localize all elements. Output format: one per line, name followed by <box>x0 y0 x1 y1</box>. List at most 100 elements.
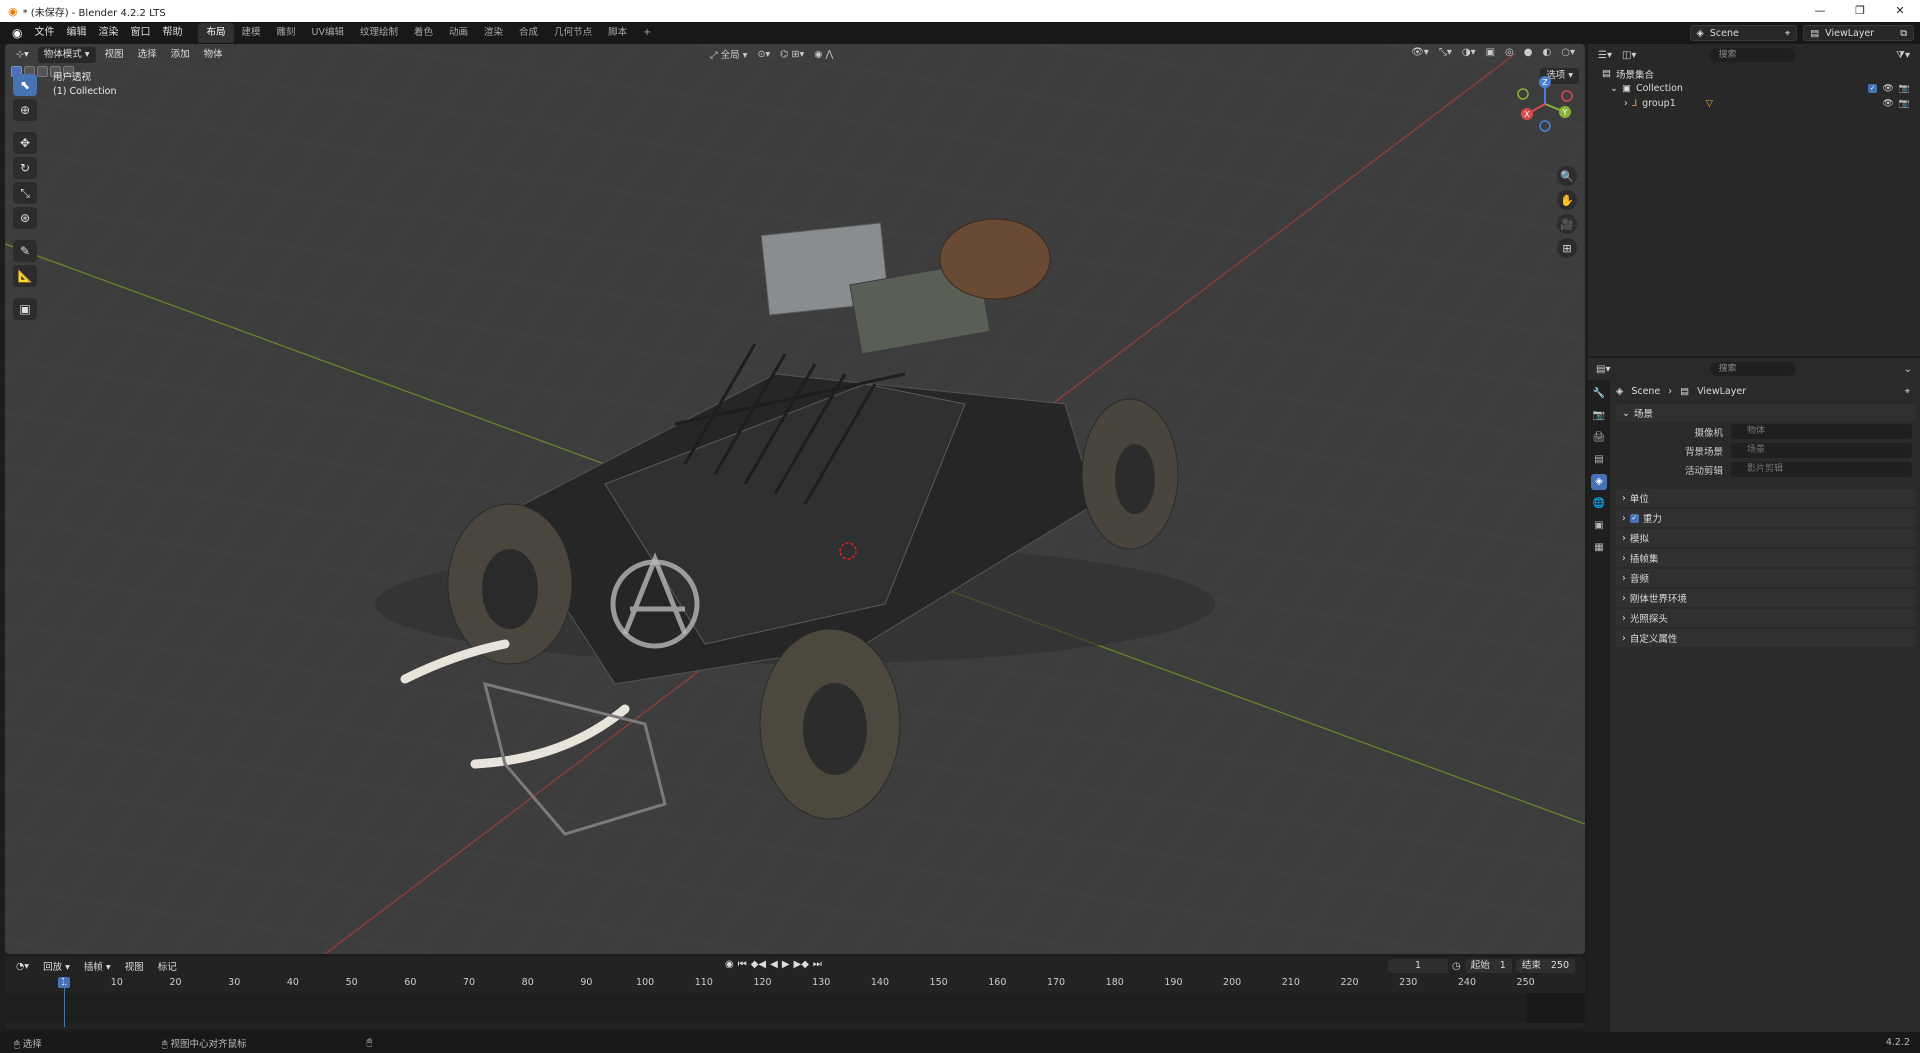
outliner-row-group1[interactable]: › ⅃ group1 ▽ 👁 📷 <box>1588 96 1920 111</box>
start-frame-field[interactable]: 起始 1 <box>1464 959 1512 973</box>
menu-keying[interactable]: 插帧 ▾ <box>79 959 116 973</box>
xray-icon[interactable]: ▣ <box>1486 47 1495 58</box>
properties-panel[interactable]: ▤▾ 搜索 ⌄ 🔧 📷 🖨 ▤ ◈ 🌐 ▣ ▦ ◈ Scene › ▤ View… <box>1588 358 1920 1032</box>
outliner-editor-type-icon[interactable]: ☰▾ <box>1598 50 1612 61</box>
tab-shading[interactable]: 着色 <box>406 23 441 43</box>
view-layer-tab-icon[interactable]: ▤ <box>1591 452 1607 468</box>
transform-tool[interactable]: ⊛ <box>13 207 37 229</box>
ortho-grid-icon[interactable]: ⊞ <box>1557 238 1577 258</box>
scene-selector[interactable]: ◈ Scene ⌖ <box>1689 25 1798 41</box>
shading-wireframe-icon[interactable]: ◎ <box>1505 47 1514 58</box>
tab-sculpting[interactable]: 雕刻 <box>269 23 304 43</box>
pin-icon[interactable]: ⌖ <box>1905 386 1910 397</box>
add-workspace-button[interactable]: + <box>635 23 659 43</box>
menu-marker[interactable]: 标记 <box>153 959 182 973</box>
outliner-search-input[interactable]: 搜索 <box>1710 48 1797 62</box>
output-tab-icon[interactable]: 🖨 <box>1591 430 1607 446</box>
outliner-row-scene-collection[interactable]: ▤ 场景集合 <box>1588 66 1920 81</box>
collapse-arrow-icon[interactable]: › <box>1624 98 1628 109</box>
jump-end-icon[interactable]: ⏭ <box>813 959 822 970</box>
menu-add[interactable]: 添加 <box>166 46 195 64</box>
active-clip-field[interactable]: 影片剪辑 <box>1731 462 1912 477</box>
menu-edit[interactable]: 编辑 <box>60 22 92 44</box>
properties-editor-type-icon[interactable]: ▤▾ <box>1596 364 1610 375</box>
transform-orientation[interactable]: ⤢ 全局 ▾ <box>710 47 747 61</box>
menu-object[interactable]: 物体 <box>199 46 228 64</box>
menu-timeline-view[interactable]: 视图 <box>120 959 149 973</box>
rotate-tool[interactable]: ↻ <box>13 157 37 179</box>
gravity-checkbox[interactable]: ✓ <box>1629 513 1639 523</box>
panel-rigid-body-world[interactable]: › 刚体世界环境 <box>1616 589 1916 607</box>
maximize-button[interactable]: ❐ <box>1840 0 1880 22</box>
display-mode-icon[interactable]: ◫▾ <box>1622 50 1636 61</box>
render-tab-icon[interactable]: 📷 <box>1591 408 1607 424</box>
pivot-icon[interactable]: ⊙▾ <box>757 49 770 60</box>
play-reverse-icon[interactable]: ◀ <box>770 959 778 970</box>
move-tool[interactable]: ✥ <box>13 132 37 154</box>
tab-scripting[interactable]: 脚本 <box>600 23 635 43</box>
next-keyframe-icon[interactable]: ▶◆ <box>794 959 809 970</box>
3d-viewport[interactable]: ⊹▾ 物体模式 ▾ 视图 选择 添加 物体 ⤢ 全局 ▾ ⊙▾ ⌬ ⊞▾ ◉ ⋀… <box>5 44 1585 954</box>
camera-field[interactable]: 物体 <box>1731 424 1912 439</box>
camera-view-icon[interactable]: 🎥 <box>1557 214 1577 234</box>
tab-modeling[interactable]: 建模 <box>234 23 269 43</box>
editor-type-icon[interactable]: ⊹▾ <box>11 46 34 64</box>
annotate-tool[interactable]: ✎ <box>13 240 37 262</box>
filter-icon[interactable]: ⧩▾ <box>1896 50 1910 61</box>
menu-file[interactable]: 文件 <box>28 22 60 44</box>
record-icon[interactable]: ◉ <box>725 959 734 970</box>
new-viewlayer-icon[interactable]: ⧉ <box>1900 28 1907 39</box>
camera-icon[interactable]: 📷 <box>1899 84 1910 94</box>
shading-rendered-icon[interactable]: ○▾ <box>1561 47 1575 58</box>
mode-selector[interactable]: 物体模式 ▾ <box>37 47 96 63</box>
play-icon[interactable]: ▶ <box>782 959 790 970</box>
tab-rendering[interactable]: 渲染 <box>476 23 511 43</box>
visibility-icon[interactable]: 👁▾ <box>1411 47 1429 58</box>
panel-keying-sets[interactable]: › 插帧集 <box>1616 549 1916 567</box>
panel-audio[interactable]: › 音频 <box>1616 569 1916 587</box>
close-button[interactable]: ✕ <box>1880 0 1920 22</box>
frame-ruler[interactable]: 1102030405060708090100110120130140150160… <box>45 977 1585 991</box>
menu-playback[interactable]: 回放 ▾ <box>38 959 75 973</box>
overlay-icon[interactable]: ◑▾ <box>1462 47 1476 58</box>
panel-custom-properties[interactable]: › 自定义属性 <box>1616 629 1916 647</box>
collection-exclude-checkbox[interactable]: ✓ <box>1868 83 1878 93</box>
properties-search-input[interactable]: 搜索 <box>1710 362 1797 376</box>
scene-tab-icon[interactable]: ◈ <box>1591 474 1607 490</box>
tab-geometry-nodes[interactable]: 几何节点 <box>546 23 600 43</box>
clock-icon[interactable]: ◷ <box>1452 961 1461 972</box>
shading-material-icon[interactable]: ◐ <box>1543 47 1552 58</box>
tab-compositing[interactable]: 合成 <box>511 23 546 43</box>
menu-select[interactable]: 选择 <box>133 46 162 64</box>
blender-menu-icon[interactable]: ◉ <box>6 26 28 40</box>
background-scene-field[interactable]: 场景 <box>1731 443 1912 458</box>
eye-icon[interactable]: 👁 <box>1882 99 1893 109</box>
snap-icon[interactable]: ⌬ ⊞▾ <box>780 49 804 60</box>
zoom-icon[interactable]: 🔍 <box>1557 166 1577 186</box>
eye-icon[interactable]: 👁 <box>1882 84 1893 94</box>
tab-texture-paint[interactable]: 纹理绘制 <box>352 23 406 43</box>
current-frame-field[interactable]: 1 <box>1388 959 1449 973</box>
camera-icon[interactable]: 📷 <box>1899 99 1910 109</box>
add-cube-tool[interactable]: ▣ <box>13 298 37 320</box>
scale-tool[interactable]: ⤡ <box>13 182 37 204</box>
measure-tool[interactable]: 📐 <box>13 265 37 287</box>
tab-uv-editing[interactable]: UV编辑 <box>304 23 352 43</box>
outliner-row-collection[interactable]: ⌄ ▣ Collection ✓ 👁 📷 <box>1588 81 1920 96</box>
navigation-gizmo[interactable]: Z Y X <box>1515 74 1575 134</box>
panel-simulation[interactable]: › 模拟 <box>1616 529 1916 547</box>
menu-view[interactable]: 视图 <box>100 46 129 64</box>
texture-tab-icon[interactable]: ▦ <box>1591 540 1607 556</box>
pan-hand-icon[interactable]: ✋ <box>1557 190 1577 210</box>
panel-scene[interactable]: ⌄ 场景 <box>1616 404 1916 422</box>
panel-light-probes[interactable]: › 光照探头 <box>1616 609 1916 627</box>
gizmo-icon[interactable]: ⤡▾ <box>1439 47 1452 58</box>
proportional-edit-icon[interactable]: ◉ ⋀ <box>814 49 833 60</box>
jump-start-icon[interactable]: ⏮ <box>738 959 747 970</box>
tab-layout[interactable]: 布局 <box>198 23 234 43</box>
timeline-editor-type-icon[interactable]: ◔▾ <box>11 961 34 972</box>
menu-help[interactable]: 帮助 <box>156 22 188 44</box>
viewlayer-selector[interactable]: ▤ ViewLayer ⧉ <box>1803 25 1914 41</box>
menu-render[interactable]: 渲染 <box>92 22 124 44</box>
tool-tab-icon[interactable]: 🔧 <box>1591 386 1607 402</box>
